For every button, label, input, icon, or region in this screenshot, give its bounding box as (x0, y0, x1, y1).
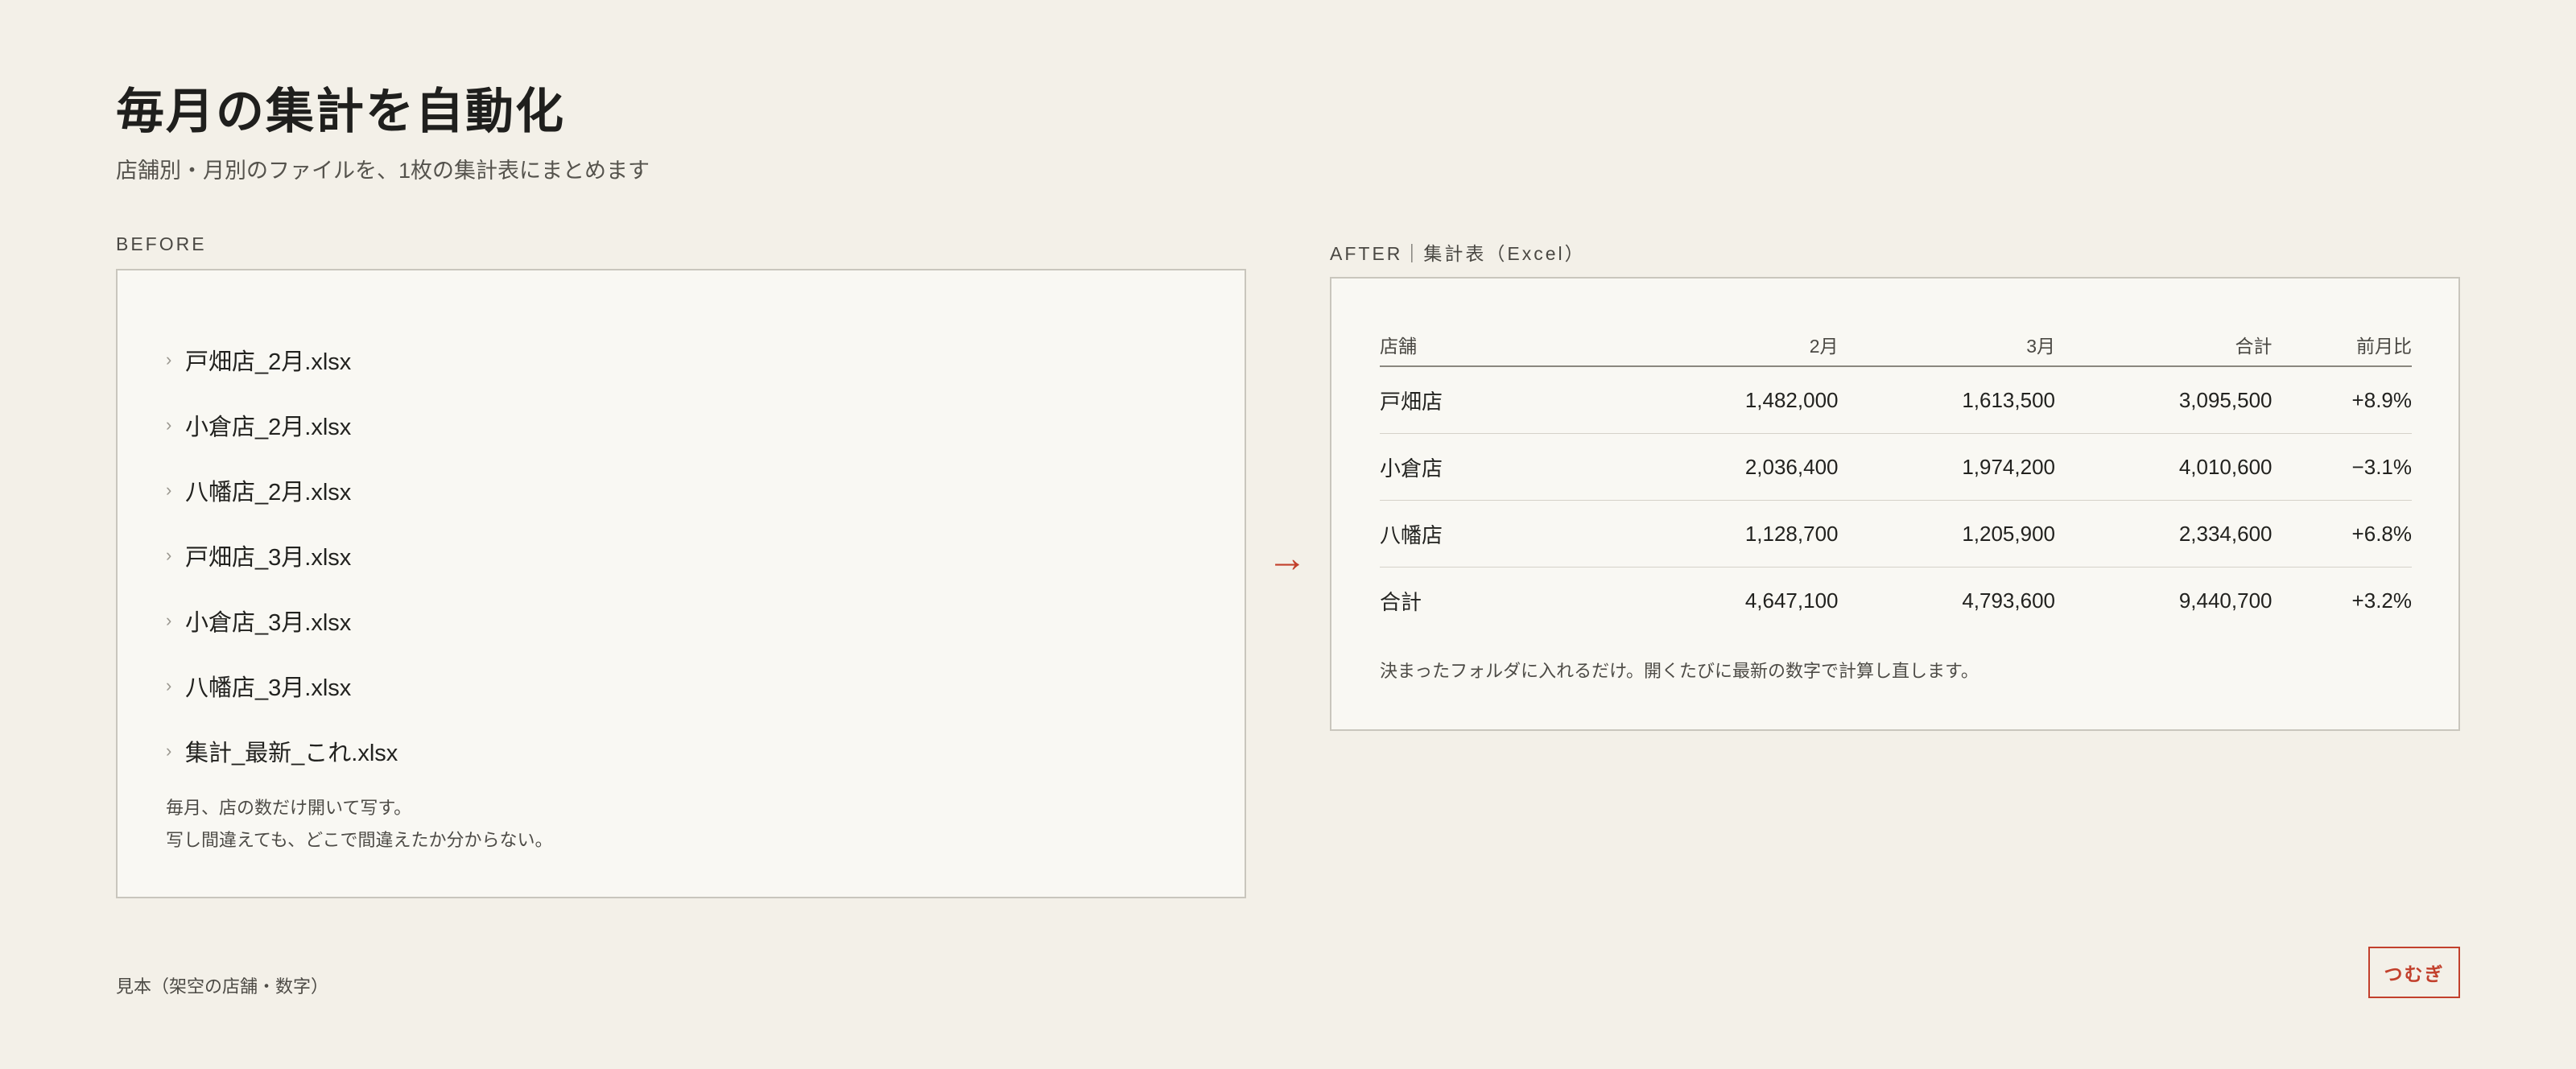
cell-value: 1,482,000 (1621, 366, 1839, 434)
cell-value: +6.8% (2272, 500, 2412, 568)
file-item[interactable]: › 戸畑店_2月.xlsx (166, 327, 398, 392)
file-name: 八幡店_2月.xlsx (185, 479, 352, 506)
column-header-mar: 3月 (1838, 324, 2055, 367)
column-header-total: 合計 (2055, 324, 2273, 367)
cell-value: 4,647,100 (1744, 588, 1839, 613)
cell-value: −3.1% (2272, 433, 2412, 501)
file-name: 戸畑店_2月.xlsx (185, 349, 352, 375)
cell-value: 4,010,600 (2055, 433, 2273, 501)
before-note: 毎月、店の数だけ開いて写す。 写し間違えても、どこで間違えたか分からない。 (166, 792, 552, 856)
file-name: 八幡店_3月.xlsx (185, 675, 352, 701)
column-header-store: 店舗 (1380, 324, 1621, 367)
cell-value: 3,095,500 (2055, 366, 2273, 434)
chevron-right-icon: › (166, 675, 172, 695)
page-subtitle: 店舗別・月別のファイルを、1枚の集計表にまとめます (116, 159, 650, 183)
file-item[interactable]: › 八幡店_3月.xlsx (166, 653, 398, 718)
cell-value: 1,613,500 (1838, 366, 2055, 434)
brand-stamp[interactable]: つむぎ (2368, 947, 2460, 998)
cell-value: 4,793,600 (1962, 588, 2055, 613)
cell-store: 小倉店 (1380, 433, 1621, 501)
cell-value: +8.9% (2272, 366, 2412, 434)
table-row: 八幡店 1,128,700 1,205,900 2,334,600 +6.8% (1380, 500, 2412, 568)
file-name: 戸畑店_3月.xlsx (185, 544, 352, 571)
page-title: 毎月の集計を自動化 (116, 84, 565, 140)
after-note: 決まったフォルダに入れるだけ。開くたびに最新の数字で計算し直します。 (1380, 661, 1979, 681)
chevron-right-icon: › (166, 740, 172, 761)
file-name: 集計_最新_これ.xlsx (185, 740, 398, 766)
file-item[interactable]: › 小倉店_2月.xlsx (166, 392, 398, 457)
cell-value: 1,974,200 (1838, 433, 2055, 501)
sample-footnote: 見本（架空の店舗・数字） (116, 976, 329, 997)
file-list: › 戸畑店_2月.xlsx › 小倉店_2月.xlsx › 八幡店_2月.xlsx ›… (166, 327, 398, 783)
arrow-right-icon: → (1267, 535, 1307, 580)
file-item[interactable]: › 小倉店_3月.xlsx (166, 588, 398, 653)
cell-store: 合計 (1380, 589, 1422, 614)
column-header-mom: 前月比 (2272, 324, 2412, 367)
before-note-line: 毎月、店の数だけ開いて写す。 (166, 798, 412, 818)
column-header-feb: 2月 (1621, 324, 1839, 367)
after-panel: 店舗 2月 3月 合計 前月比 戸畑店 1,482,000 1,613,500 … (1330, 277, 2460, 731)
chevron-right-icon: › (166, 544, 172, 565)
table-total-row: 合計 4,647,100 4,793,600 9,440,700 +3.2% (1380, 568, 2412, 634)
chevron-right-icon: › (166, 349, 172, 369)
chevron-right-icon: › (166, 414, 172, 435)
summary-table: 店舗 2月 3月 合計 前月比 戸畑店 1,482,000 1,613,500 … (1380, 324, 2412, 634)
cell-value: +3.2% (2351, 588, 2412, 613)
table-header-row: 店舗 2月 3月 合計 前月比 (1380, 324, 2412, 367)
file-item[interactable]: › 集計_最新_これ.xlsx (166, 718, 398, 783)
chevron-right-icon: › (166, 479, 172, 500)
file-item[interactable]: › 八幡店_2月.xlsx (166, 457, 398, 522)
cell-value: 1,128,700 (1621, 500, 1839, 568)
cell-store: 八幡店 (1380, 500, 1621, 568)
table-row: 戸畑店 1,482,000 1,613,500 3,095,500 +8.9% (1380, 366, 2412, 434)
after-label: AFTER｜集計表（Excel） (1330, 243, 1586, 264)
cell-value: 9,440,700 (2178, 588, 2273, 613)
cell-value: 1,205,900 (1838, 500, 2055, 568)
before-note-line: 写し間違えても、どこで間違えたか分からない。 (166, 830, 553, 850)
table-row: 小倉店 2,036,400 1,974,200 4,010,600 −3.1% (1380, 433, 2412, 501)
file-name: 小倉店_3月.xlsx (185, 609, 352, 636)
cell-store: 戸畑店 (1380, 366, 1621, 434)
file-name: 小倉店_2月.xlsx (185, 414, 352, 440)
before-panel: › 戸畑店_2月.xlsx › 小倉店_2月.xlsx › 八幡店_2月.xlsx ›… (116, 269, 1246, 898)
before-label: BEFORE (116, 233, 207, 254)
chevron-right-icon: › (166, 609, 172, 630)
cell-value: 2,334,600 (2055, 500, 2273, 568)
cell-value: 2,036,400 (1621, 433, 1839, 501)
file-item[interactable]: › 戸畑店_3月.xlsx (166, 522, 398, 588)
